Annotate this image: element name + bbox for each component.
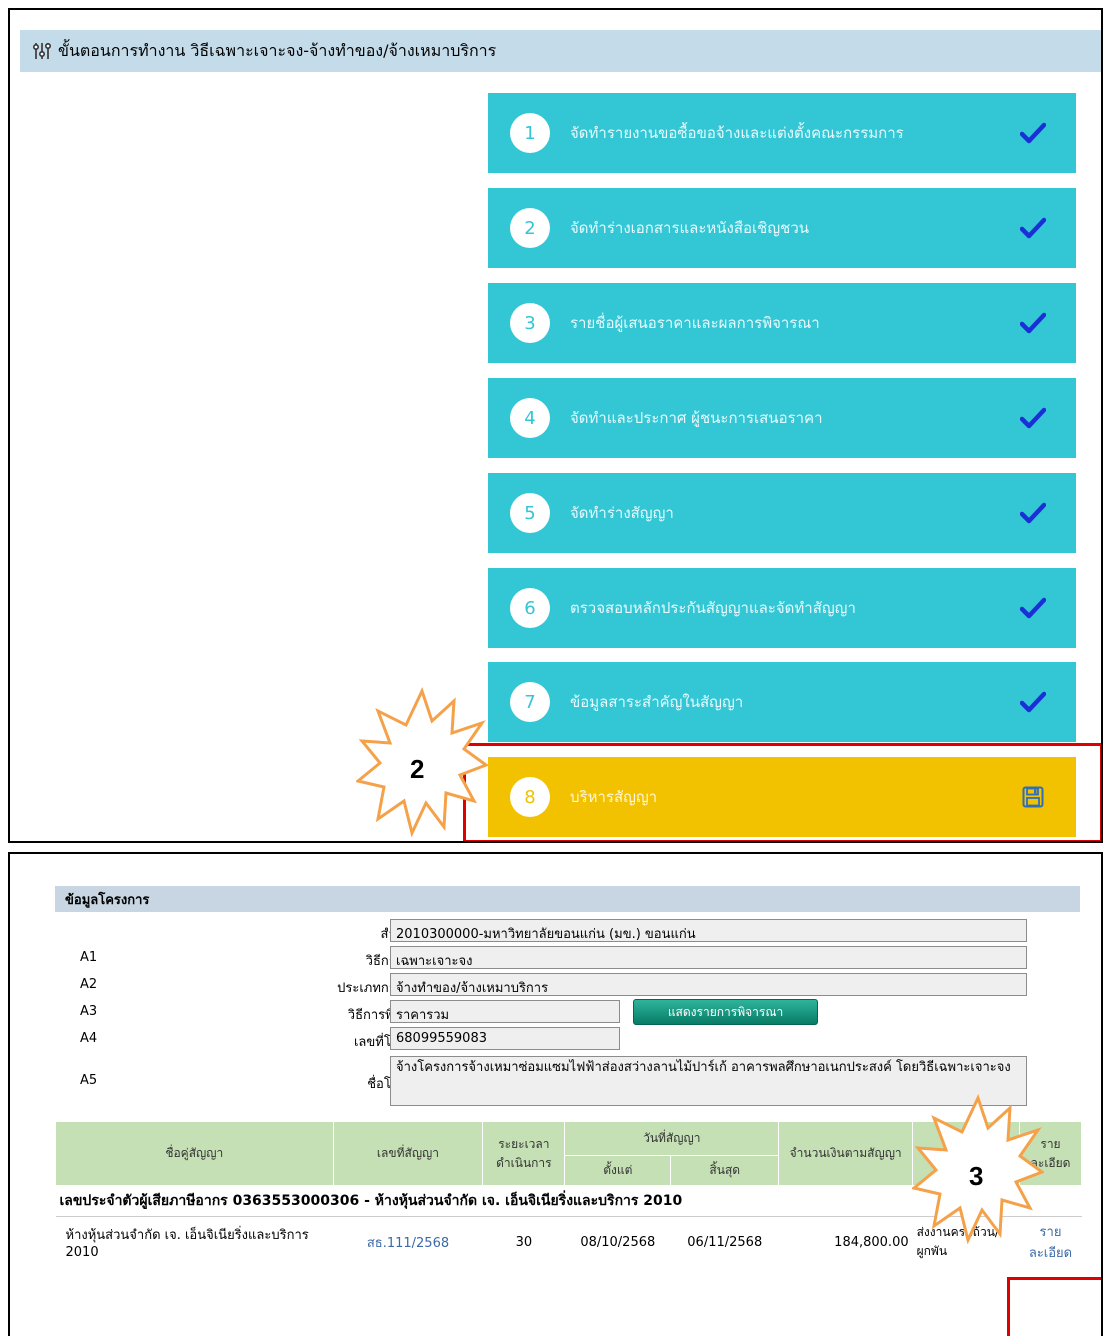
start-date-cell: 08/10/2568 [580, 1234, 656, 1250]
sliders-icon [32, 42, 52, 59]
step-label: จัดทำร่างสัญญา [570, 504, 674, 522]
highlight-box [1007, 1277, 1101, 1336]
step-4[interactable]: 4 จัดทำและประกาศ ผู้ชนะการเสนอราคา [488, 378, 1076, 458]
column-header-contract-date: วันที่สัญญา [564, 1121, 780, 1156]
field-row-a4: A4 เลขที่โครงการ 68099559083 [55, 1026, 1080, 1052]
check-icon [1020, 502, 1046, 524]
step-number: 1 [510, 113, 550, 153]
step-number: 5 [510, 493, 550, 533]
field-row-a1: A1 วิธีการจัดหา เฉพาะเจาะจง [55, 945, 1080, 971]
end-date-cell: 06/11/2568 [687, 1234, 763, 1250]
step-label: จัดทำรายงานขอซื้อขอจ้างและแต่งตั้งคณะกรร… [570, 124, 904, 142]
column-header-amount: จำนวนเงินตามสัญญา [778, 1121, 914, 1186]
callout-number: 2 [410, 754, 424, 784]
column-header-to: สิ้นสุด [670, 1155, 780, 1186]
column-header-duration: ระยะเวลาดำเนินการ [482, 1121, 566, 1186]
check-icon [1020, 122, 1046, 144]
column-header-from: ตั้งแต่ [564, 1155, 672, 1186]
workflow-title: ขั้นตอนการทำงาน วิธีเฉพาะเจาะจง-จ้างทำขอ… [58, 40, 497, 60]
starburst-callout: 3 [912, 1094, 1044, 1244]
step-7[interactable]: 7 ข้อมูลสาระสำคัญในสัญญา [488, 662, 1076, 742]
office-field[interactable]: 2010300000-มหาวิทยาลัยขอนแก่น (มข.) ขอนแ… [390, 919, 1027, 942]
step-label: รายชื่อผู้เสนอราคาและผลการพิจารณา [570, 314, 820, 332]
project-number-field[interactable]: 68099559083 [390, 1027, 620, 1050]
procurement-method-field[interactable]: เฉพาะเจาะจง [390, 946, 1027, 969]
column-header-contract-no: เลขที่สัญญา [332, 1121, 484, 1186]
field-code: A5 [80, 1073, 98, 1088]
check-icon [1020, 217, 1046, 239]
project-panel: ข้อมูลโครงการ สำนักงาน 2010300000-มหาวิท… [8, 852, 1103, 1336]
field-row-a3: A3 วิธีการพิจารณา ราคารวม แสดงรายการพิจา… [55, 999, 1080, 1025]
step-label: จัดทำและประกาศ ผู้ชนะการเสนอราคา [570, 409, 823, 427]
step-label: จัดทำร่างเอกสารและหนังสือเชิญชวน [570, 219, 809, 237]
starburst-callout: 2 [356, 687, 488, 837]
callout-number: 3 [969, 1161, 983, 1191]
procurement-type-field[interactable]: จ้างทำของ/จ้างเหมาบริการ [390, 973, 1027, 996]
amount-cell: 184,800.00 [834, 1234, 909, 1250]
step-3[interactable]: 3 รายชื่อผู้เสนอราคาและผลการพิจารณา [488, 283, 1076, 363]
workflow-panel: ขั้นตอนการทำงาน วิธีเฉพาะเจาะจง-จ้างทำขอ… [8, 8, 1103, 843]
check-icon [1020, 597, 1046, 619]
column-header-party: ชื่อคู่สัญญา [55, 1121, 334, 1186]
workflow-titlebar: ขั้นตอนการทำงาน วิธีเฉพาะเจาะจง-จ้างทำขอ… [20, 30, 1101, 72]
step-6[interactable]: 6 ตรวจสอบหลักประกันสัญญาและจัดทำสัญญา [488, 568, 1076, 648]
office-row: สำนักงาน 2010300000-มหาวิทยาลัยขอนแก่น (… [55, 918, 1080, 944]
step-number: 6 [510, 588, 550, 628]
check-icon [1020, 312, 1046, 334]
check-icon [1020, 407, 1046, 429]
highlight-box [463, 743, 1101, 841]
field-code: A3 [80, 1004, 98, 1019]
evaluation-method-field[interactable]: ราคารวม [390, 1000, 620, 1023]
duration-cell: 30 [515, 1234, 533, 1250]
field-code: A2 [80, 977, 98, 992]
step-5[interactable]: 5 จัดทำร่างสัญญา [488, 473, 1076, 553]
contract-number-link[interactable]: สธ.111/2568 [333, 1217, 483, 1268]
step-label: ข้อมูลสาระสำคัญในสัญญา [570, 693, 744, 711]
step-1[interactable]: 1 จัดทำรายงานขอซื้อขอจ้างและแต่งตั้งคณะก… [488, 93, 1076, 173]
step-2[interactable]: 2 จัดทำร่างเอกสารและหนังสือเชิญชวน [488, 188, 1076, 268]
check-icon [1020, 691, 1046, 713]
step-label: ตรวจสอบหลักประกันสัญญาและจัดทำสัญญา [570, 599, 856, 617]
field-row-a2: A2 ประเภทการจัดหา จ้างทำของ/จ้างเหมาบริก… [55, 972, 1080, 998]
step-number: 3 [510, 303, 550, 343]
party-cell: ห้างหุ้นส่วนจำกัด เจ. เอ็นจิเนียริ่งและบ… [65, 1228, 309, 1260]
field-code: A1 [80, 950, 98, 965]
project-info-header: ข้อมูลโครงการ [55, 886, 1080, 912]
step-number: 2 [510, 208, 550, 248]
show-evaluation-button[interactable]: แสดงรายการพิจารณา [633, 999, 818, 1025]
field-code: A4 [80, 1031, 98, 1046]
step-number: 7 [510, 682, 550, 722]
step-number: 4 [510, 398, 550, 438]
